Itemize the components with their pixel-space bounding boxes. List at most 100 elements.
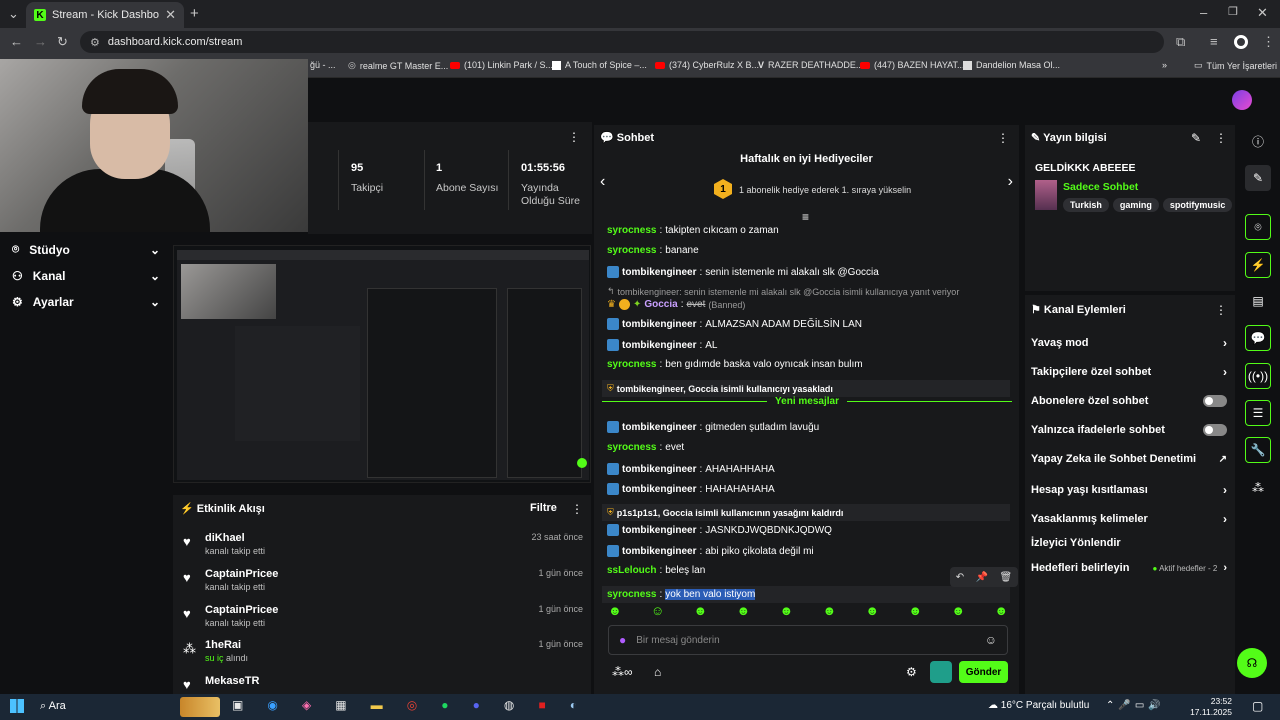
screen-icon[interactable]: ⌾ bbox=[1245, 214, 1271, 240]
system-message[interactable]: ⛨ p1s1p1s1, Goccia isimli kullanıcının ya… bbox=[602, 504, 1010, 521]
emote-icon[interactable]: ☻ bbox=[994, 603, 1008, 621]
spotify-icon[interactable]: ● bbox=[441, 698, 448, 716]
action-account-age[interactable]: Hesap yaşı kısıtlaması › bbox=[1031, 483, 1227, 497]
obs-icon[interactable]: ◍ bbox=[504, 698, 514, 716]
gear-icon[interactable]: ⚙ bbox=[906, 665, 917, 679]
chat-message[interactable]: tombikengineer: JASNKDJWQBDNKJQDWQ bbox=[607, 524, 832, 536]
points-icon[interactable]: ⁂ bbox=[1245, 475, 1271, 501]
action-subscribers-only[interactable]: Abonelere özel sohbet bbox=[1031, 395, 1227, 407]
chat-icon[interactable]: 💬 bbox=[1245, 325, 1271, 351]
activity-menu-icon[interactable]: ⋮ bbox=[571, 502, 583, 516]
emote-icon[interactable]: ☻ bbox=[779, 603, 793, 621]
action-raid[interactable]: İzleyici Yönlendir bbox=[1031, 537, 1227, 549]
bookmark-item[interactable]: V RAZER DEATHADDE... bbox=[758, 60, 863, 70]
chat-message[interactable]: tombikengineer: HAHAHAHAHA bbox=[607, 483, 775, 495]
app-icon[interactable]: ■ bbox=[538, 698, 545, 716]
media-icon[interactable]: ≡ bbox=[1210, 34, 1218, 49]
filter-button[interactable]: Filtre bbox=[530, 502, 557, 514]
emoji-icon[interactable]: ☺ bbox=[985, 633, 997, 647]
folder-icon[interactable]: ▬ bbox=[371, 698, 383, 716]
weather-widget[interactable]: ☁ 16°C Parçalı bulutlu bbox=[988, 700, 1089, 711]
action-followers-only[interactable]: Takipçilere özel sohbet › bbox=[1031, 365, 1227, 379]
bookmark-item[interactable]: ▭ Tüm Yer İşaretleri bbox=[1194, 60, 1277, 71]
menu-icon[interactable]: ⋮ bbox=[1262, 34, 1275, 50]
start-icon[interactable] bbox=[10, 699, 24, 713]
bookmark-item[interactable]: A Touch of Spice –... bbox=[552, 60, 647, 70]
tray-icons[interactable]: ⌃🎤▭🔊 bbox=[1106, 700, 1165, 711]
info-icon[interactable]: ⓘ bbox=[1245, 128, 1271, 154]
store-icon[interactable]: ▦ bbox=[335, 698, 346, 716]
store-icon[interactable]: ⌂ bbox=[654, 665, 661, 679]
chat-message[interactable]: tombikengineer: AL bbox=[607, 339, 717, 351]
bookmark-item[interactable]: ğü - ... bbox=[310, 60, 336, 70]
bookmark-item[interactable]: (447) BAZEN HAYAT... bbox=[860, 60, 965, 70]
chat-message[interactable]: syrocness: yok ben valo istiyom bbox=[602, 586, 1010, 603]
document-icon[interactable]: ▤ bbox=[1245, 288, 1271, 314]
edit-icon[interactable]: ✎ bbox=[1245, 165, 1271, 191]
action-goals[interactable]: Hedefleri belirleyin ● Aktif hedefler - 2… bbox=[1031, 562, 1227, 574]
emote-icon[interactable]: ☻ bbox=[694, 603, 708, 621]
taskbar-search[interactable]: ⌕ Ara bbox=[40, 700, 66, 713]
profile-icon[interactable] bbox=[1234, 35, 1248, 49]
edge-icon[interactable]: ◉ bbox=[267, 698, 277, 716]
chat-message[interactable]: syrocness: evet bbox=[607, 442, 684, 453]
bookmark-item[interactable]: ◎ realme GT Master E... bbox=[348, 60, 448, 71]
send-button[interactable]: Gönder bbox=[959, 661, 1008, 683]
bookmark-item[interactable]: Dandelion Masa Ol... bbox=[963, 60, 1060, 70]
chat-message[interactable]: syrocness: ben gıdımde baska valo oynıcak… bbox=[607, 359, 863, 370]
clock-time[interactable]: 23:52 bbox=[1204, 696, 1232, 706]
forward-icon[interactable]: → bbox=[34, 34, 47, 49]
steam-icon[interactable]: ◐ bbox=[570, 698, 577, 716]
support-icon[interactable]: ☊ bbox=[1237, 648, 1267, 678]
action-banned-words[interactable]: Yasaklanmış kelimeler › bbox=[1031, 512, 1227, 526]
sidebar-item-settings[interactable]: ⚙ Ayarlar ⌄ bbox=[12, 295, 160, 309]
bookmark-item[interactable]: (374) CyberRulz X B... bbox=[655, 60, 759, 70]
lightning-icon[interactable]: ⚡ bbox=[1245, 252, 1271, 278]
emote-icon[interactable]: ☻ bbox=[865, 603, 879, 621]
restore-icon[interactable]: ❐ bbox=[1228, 5, 1238, 18]
pin-icon[interactable]: 📌 bbox=[976, 572, 988, 583]
chat-message[interactable]: tombikengineer: senin istemenle mi alakal… bbox=[607, 266, 879, 278]
chrome-icon[interactable]: ◎ bbox=[407, 698, 417, 716]
bookmark-item[interactable]: (101) Linkin Park / S... bbox=[450, 60, 553, 70]
chat-message[interactable]: syrocness: takipten cıkıcam o zaman bbox=[607, 225, 779, 236]
reply-context[interactable]: ↰ tombikengineer: senin istemenle mi alak… bbox=[607, 286, 959, 297]
site-info-icon[interactable]: ⚙ bbox=[90, 36, 100, 49]
user-avatar[interactable] bbox=[1232, 90, 1252, 110]
task-view-icon[interactable]: ▣ bbox=[232, 698, 243, 716]
broadcast-icon[interactable]: ((•)) bbox=[1245, 363, 1271, 389]
chevron-left-icon[interactable]: ‹ bbox=[600, 173, 605, 191]
toggle-switch[interactable] bbox=[1203, 395, 1227, 407]
emote-icon[interactable]: ☻ bbox=[608, 603, 622, 621]
sidebar-item-studio[interactable]: ⌾ Stüdyo ⌄ bbox=[12, 242, 160, 257]
sidebar-item-channel[interactable]: ⚇ Kanal ⌄ bbox=[12, 269, 160, 283]
tab-list-icon[interactable]: ⌄ bbox=[8, 6, 19, 22]
mic-icon[interactable]: ● bbox=[619, 633, 626, 647]
chevron-right-icon[interactable]: › bbox=[1008, 173, 1013, 191]
emote-icon[interactable]: ☻ bbox=[822, 603, 836, 621]
toggle-switch[interactable] bbox=[1203, 424, 1227, 436]
clock-date[interactable]: 17.11.2025 bbox=[1190, 707, 1232, 717]
chat-menu-icon[interactable]: ⋮ bbox=[997, 131, 1009, 145]
points-icon[interactable]: ⁂∞ bbox=[612, 665, 633, 679]
delete-icon[interactable]: 🗑 bbox=[1000, 572, 1013, 583]
extensions-icon[interactable]: ⧉ bbox=[1176, 34, 1185, 50]
url-field[interactable]: ⚙ dashboard.kick.com/stream bbox=[80, 31, 1164, 53]
emote-icon[interactable]: ☻ bbox=[737, 603, 751, 621]
emote-icon[interactable]: ☻ bbox=[908, 603, 922, 621]
wrench-icon[interactable]: 🔧 bbox=[1245, 437, 1271, 463]
back-icon[interactable]: ← bbox=[10, 34, 23, 49]
chat-message[interactable]: tombikengineer: AHAHAHHAHA bbox=[607, 463, 775, 475]
close-window-icon[interactable]: ✕ bbox=[1257, 5, 1268, 21]
chat-input[interactable]: ● Bir mesaj gönderin ☺ bbox=[608, 625, 1008, 655]
list-icon[interactable]: ☰ bbox=[1245, 400, 1271, 426]
browser-tab[interactable]: K Stream - Kick Dashboard ✕ bbox=[26, 2, 184, 28]
actions-menu-icon[interactable]: ⋮ bbox=[1215, 303, 1227, 317]
pinned-icon[interactable]: ≡ bbox=[802, 210, 809, 224]
action-ai-moderation[interactable]: Yapay Zeka ile Sohbet Denetimi ↗ bbox=[1031, 453, 1227, 465]
chat-message[interactable]: ssLelouch: beleş lan bbox=[607, 565, 705, 576]
chat-message[interactable]: tombikengineer: abi piko çikolata değil m… bbox=[607, 545, 814, 557]
emote-icon[interactable]: ☻ bbox=[951, 603, 965, 621]
chat-message[interactable]: tombikengineer: ALMAZSAN ADAM DEĞİLSİN LA… bbox=[607, 318, 862, 330]
edit-icon[interactable]: ✎ bbox=[1191, 131, 1201, 145]
